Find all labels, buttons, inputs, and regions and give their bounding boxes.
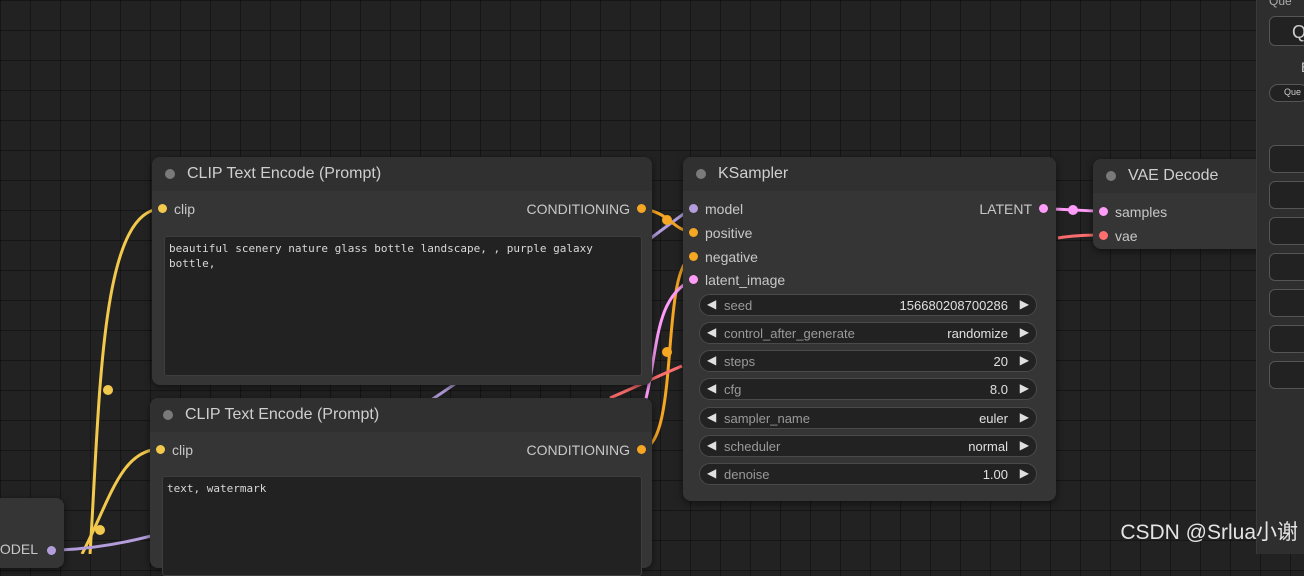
node-collapse-dot[interactable]	[165, 169, 175, 179]
samples-input-dot[interactable]	[1099, 207, 1108, 216]
decrement-arrow-icon[interactable]: ◀	[707, 297, 716, 311]
wire-clip-negative	[80, 447, 159, 554]
samples-input-label: samples	[1115, 204, 1168, 220]
steps-widget[interactable]: ◀ steps 20 ▶	[699, 350, 1037, 372]
widget-value: 1.00	[982, 467, 1008, 482]
prompt-textarea[interactable]: beautiful scenery nature glass bottle la…	[164, 236, 642, 376]
conditioning-output-label: CONDITIONING	[526, 201, 630, 217]
clip-text-encode-positive-node[interactable]: CLIP Text Encode (Prompt) clip CONDITION…	[152, 157, 652, 385]
clip-input-dot[interactable]	[158, 204, 167, 213]
latent-image-input-dot[interactable]	[689, 275, 698, 284]
node-title: CLIP Text Encode (Prompt)	[187, 165, 382, 182]
wire-clip-midpoint-2	[95, 525, 105, 535]
widget-value: 156680208700286	[899, 298, 1008, 313]
panel-button-1[interactable]	[1269, 145, 1304, 173]
widget-value: normal	[968, 439, 1008, 454]
wire-negative-midpoint	[662, 347, 672, 357]
negative-input-dot[interactable]	[689, 252, 698, 261]
panel-button-4[interactable]	[1269, 253, 1304, 281]
clip-input-label: clip	[174, 201, 196, 217]
panel-button-7[interactable]	[1269, 361, 1304, 389]
node-header[interactable]: CLIP Text Encode (Prompt)	[150, 398, 652, 432]
node-collapse-dot[interactable]	[696, 169, 706, 179]
control-after-generate-widget[interactable]: ◀ control_after_generate randomize ▶	[699, 322, 1037, 344]
widget-value: randomize	[947, 326, 1008, 341]
wire-clip-midpoint	[103, 385, 113, 395]
widget-value: 8.0	[989, 382, 1008, 397]
clip-input-dot[interactable]	[156, 445, 165, 454]
vae-input-dot[interactable]	[1099, 231, 1108, 240]
queue-panel-header: Que	[1269, 0, 1292, 8]
node-title: CLIP Text Encode (Prompt)	[185, 406, 380, 423]
decrement-arrow-icon[interactable]: ◀	[707, 438, 716, 452]
prompt-textarea[interactable]: text, watermark	[162, 476, 642, 576]
panel-button-6[interactable]	[1269, 325, 1304, 353]
panel-button-2[interactable]	[1269, 181, 1304, 209]
decrement-arrow-icon[interactable]: ◀	[707, 353, 716, 367]
widget-name: sampler_name	[724, 411, 810, 426]
model-output-label: MODEL	[0, 541, 38, 557]
queue-prompt-button[interactable]: Q	[1269, 16, 1304, 46]
model-input-dot[interactable]	[689, 204, 698, 213]
csdn-watermark: CSDN @Srlua小谢	[1120, 521, 1298, 544]
positive-input-dot[interactable]	[689, 228, 698, 237]
node-title: KSampler	[718, 165, 789, 182]
wire-samples-midpoint	[1068, 205, 1078, 215]
increment-arrow-icon[interactable]: ▶	[1020, 438, 1029, 452]
sampler-name-widget[interactable]: ◀ sampler_name euler ▶	[699, 407, 1037, 429]
queue-front-button[interactable]: Que	[1269, 84, 1304, 102]
increment-arrow-icon[interactable]: ▶	[1020, 466, 1029, 480]
latent-output-dot[interactable]	[1039, 204, 1048, 213]
decrement-arrow-icon[interactable]: ◀	[707, 466, 716, 480]
decrement-arrow-icon[interactable]: ◀	[707, 410, 716, 424]
increment-arrow-icon[interactable]: ▶	[1020, 381, 1029, 395]
widget-value: 20	[993, 354, 1008, 369]
increment-arrow-icon[interactable]: ▶	[1020, 297, 1029, 311]
cfg-widget[interactable]: ◀ cfg 8.0 ▶	[699, 378, 1037, 400]
checkpoint-loader-node[interactable]: MODEL	[0, 498, 64, 568]
queue-prompt-button-label: Q	[1292, 22, 1304, 42]
increment-arrow-icon[interactable]: ▶	[1020, 325, 1029, 339]
latent-image-input-label: latent_image	[705, 272, 786, 288]
widget-name: steps	[724, 354, 756, 369]
decrement-arrow-icon[interactable]: ◀	[707, 325, 716, 339]
queue-side-panel: Que Q E Que	[1256, 0, 1304, 554]
conditioning-output-dot[interactable]	[637, 445, 646, 454]
panel-button-5[interactable]	[1269, 289, 1304, 317]
widget-name: denoise	[724, 467, 770, 482]
node-header[interactable]: KSampler	[683, 157, 1056, 191]
negative-input-label: negative	[705, 249, 758, 265]
ksampler-node[interactable]: KSampler model positive negative latent_…	[683, 157, 1056, 501]
scheduler-widget[interactable]: ◀ scheduler normal ▶	[699, 435, 1037, 457]
node-title: VAE Decode	[1128, 167, 1219, 184]
widget-name: control_after_generate	[724, 326, 855, 341]
widget-name: cfg	[724, 382, 742, 397]
conditioning-output-label: CONDITIONING	[526, 442, 630, 458]
seed-widget[interactable]: ◀ seed 156680208700286 ▶	[699, 294, 1037, 316]
vae-input-label: vae	[1115, 228, 1138, 244]
panel-button-3[interactable]	[1269, 217, 1304, 245]
wire-positive-midpoint	[662, 215, 672, 225]
node-collapse-dot[interactable]	[163, 410, 173, 420]
increment-arrow-icon[interactable]: ▶	[1020, 410, 1029, 424]
latent-output-label: LATENT	[979, 201, 1032, 217]
conditioning-output-dot[interactable]	[637, 204, 646, 213]
clip-text-encode-negative-node[interactable]: CLIP Text Encode (Prompt) clip CONDITION…	[150, 398, 652, 576]
widget-value: euler	[979, 411, 1008, 426]
widget-name: scheduler	[724, 439, 781, 454]
widget-name: seed	[724, 298, 753, 313]
positive-input-label: positive	[705, 225, 753, 241]
increment-arrow-icon[interactable]: ▶	[1020, 353, 1029, 367]
clip-input-label: clip	[172, 442, 194, 458]
model-input-label: model	[705, 201, 744, 217]
decrement-arrow-icon[interactable]: ◀	[707, 381, 716, 395]
node-header[interactable]: CLIP Text Encode (Prompt)	[152, 157, 652, 191]
denoise-widget[interactable]: ◀ denoise 1.00 ▶	[699, 463, 1037, 485]
node-collapse-dot[interactable]	[1106, 171, 1116, 181]
queue-front-label: Que	[1284, 87, 1302, 97]
